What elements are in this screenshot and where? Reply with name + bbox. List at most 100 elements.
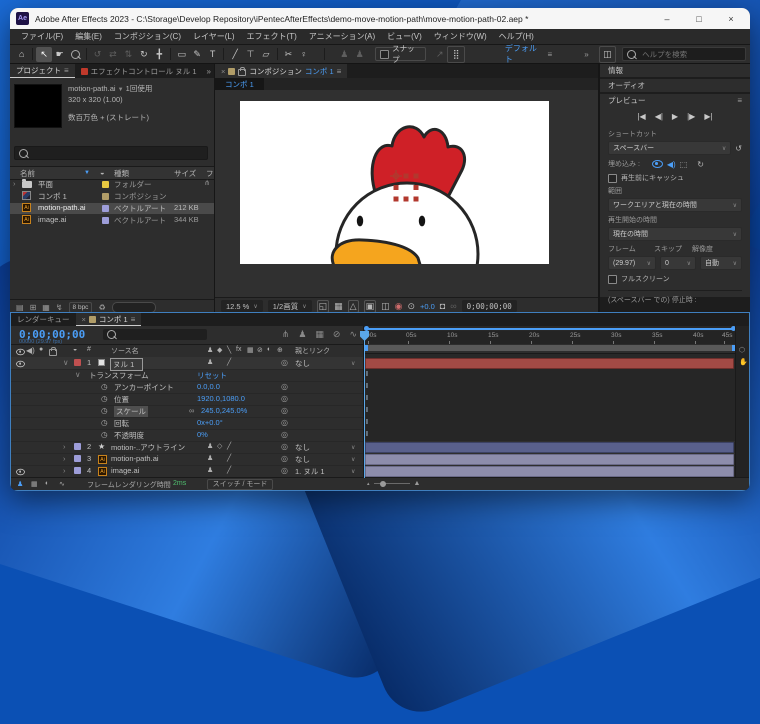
frame-blend-switch-icon[interactable]: ▦ [247, 346, 254, 354]
grid-guides-icon[interactable]: ◱ [316, 299, 330, 313]
reset-icon[interactable]: ↺ [735, 144, 742, 153]
pickwhip-icon[interactable]: ◎ [281, 406, 288, 415]
viewer-timecode[interactable]: 0;00;00;00 [461, 300, 517, 312]
include-overlays-icon[interactable]: ⬚ [680, 160, 688, 169]
column-type[interactable]: 種類 [114, 168, 129, 179]
quality-switch-icon[interactable]: ╲ [227, 346, 231, 354]
label-chip-lavender[interactable] [102, 205, 109, 212]
panel-menu-icon[interactable]: ≡ [337, 67, 342, 76]
zoom-slider-knob[interactable] [379, 480, 386, 487]
tab-project[interactable]: プロジェクト ≡ [10, 64, 75, 78]
expander-icon[interactable]: ∨ [63, 358, 69, 367]
motion-blur-switch-icon[interactable]: ⊘ [257, 346, 263, 354]
layer-2-duration-bar[interactable] [365, 442, 734, 453]
menu-file[interactable]: ファイル(F) [16, 31, 68, 42]
graph-editor-toggle-icon[interactable]: ∿ [59, 480, 65, 488]
menu-view[interactable]: ビュー(V) [382, 31, 427, 42]
tab-effect-controls[interactable]: エフェクトコントロール ヌル 1 [75, 64, 203, 78]
motion-blur-icon[interactable]: ⊘ [333, 329, 341, 340]
viewer-tab[interactable]: コンポ 1 [215, 78, 264, 90]
fullscreen-row[interactable]: フルスクリーン [608, 274, 742, 284]
pickwhip-icon[interactable]: ◎ [281, 442, 288, 451]
puppet-pin-tool-icon[interactable]: ♀ [296, 47, 311, 62]
help-search-box[interactable] [622, 47, 747, 61]
pickwhip-icon[interactable]: ◎ [281, 418, 288, 427]
quality-switch[interactable]: ╱ [227, 442, 231, 450]
layer-name[interactable]: motion-..アウトライン [111, 442, 185, 453]
pan-behind-tool-icon[interactable]: ╋ [152, 47, 167, 62]
switch-mode-button[interactable]: スイッチ / モード [207, 479, 273, 490]
menu-effect[interactable]: エフェクト(T) [242, 31, 302, 42]
quality-switch[interactable]: ╱ [227, 466, 231, 474]
label-chip-lavender[interactable] [102, 217, 109, 224]
mini-flowchart-icon[interactable]: ⋔ [282, 329, 290, 340]
menu-layer[interactable]: レイヤー(L) [188, 31, 240, 42]
project-item-row[interactable]: › 平面 フォルダー ⋔ [10, 179, 214, 190]
composition-canvas[interactable] [240, 101, 549, 327]
fx-switch-icon[interactable]: fx [236, 346, 241, 353]
loop-icon[interactable]: ↻ [697, 160, 704, 169]
lock-icon[interactable] [238, 67, 247, 76]
shy-switch[interactable]: ♟ [207, 442, 213, 450]
snap-checkbox[interactable] [380, 49, 390, 59]
first-frame-icon[interactable]: |◀ [637, 112, 645, 121]
new-composition-icon[interactable]: ▦ [42, 303, 50, 312]
lock-column-icon[interactable] [49, 347, 57, 356]
menu-help[interactable]: ヘルプ(H) [494, 31, 539, 42]
expander-icon[interactable]: › [63, 454, 66, 463]
text-tool-icon[interactable]: T [205, 47, 220, 62]
audio-column-icon[interactable]: ◀) [26, 346, 35, 355]
label-column-icon[interactable]: ◒ [73, 346, 77, 353]
project-item-row[interactable]: コンポ 1 コンポジション [10, 191, 214, 202]
roto-brush-tool-icon[interactable]: ✂ [281, 47, 296, 62]
tab-info[interactable]: 情報 [600, 64, 750, 77]
column-name[interactable]: 名前 [20, 168, 35, 179]
layer-label-lavender[interactable] [74, 455, 81, 462]
workspace-bar-icon[interactable]: ◫ [598, 45, 617, 63]
layer-label-lavender[interactable] [74, 467, 81, 474]
column-path[interactable]: フ [206, 168, 214, 179]
home-icon[interactable]: ⌂ [14, 47, 29, 62]
parent-link-column[interactable]: 親とリンク [295, 346, 330, 356]
tab-composition[interactable]: × コンポジション コンポ 1 ≡ [215, 64, 348, 78]
close-button[interactable]: × [718, 14, 744, 24]
property-value[interactable]: 245.0,245.0% [201, 406, 247, 415]
exposure-value[interactable]: +0.0 [420, 302, 435, 311]
motion-blur-toggle-icon[interactable]: ◐ [45, 480, 49, 487]
parent-dropdown[interactable]: なし [295, 442, 310, 453]
expander-icon[interactable]: ∨ [75, 370, 81, 379]
3d-switch-icon[interactable]: ⊕ [277, 346, 283, 354]
project-item-row[interactable]: image.ai ベクトルアート 344 KB [10, 215, 214, 226]
tab-render-queue[interactable]: レンダーキュー [11, 313, 76, 326]
stopwatch-icon[interactable]: ◷ [101, 418, 108, 427]
panel-menu-icon[interactable]: ≡ [131, 315, 136, 324]
pan-camera-tool-icon[interactable]: ⇄ [105, 47, 120, 62]
quality-switch[interactable]: ╱ [227, 454, 231, 462]
menu-window[interactable]: ウィンドウ(W) [429, 31, 492, 42]
timeline-zoom-control[interactable]: ▴ ▲ [367, 480, 420, 487]
menu-edit[interactable]: 編集(E) [70, 31, 107, 42]
link-dimensions-icon[interactable]: ∞ [189, 406, 194, 415]
reset-button[interactable]: リセット [197, 370, 227, 381]
tab-preview[interactable]: プレビュー ≡ [600, 94, 750, 107]
work-area-start-handle[interactable] [365, 345, 368, 351]
chevron-down-icon[interactable]: ∨ [351, 360, 355, 367]
chevron-down-icon[interactable]: ∨ [351, 468, 355, 475]
label-chip-sand[interactable] [102, 193, 109, 200]
hand-tool-icon[interactable]: ☛ [52, 47, 67, 62]
channel-color-icon[interactable]: ◉ [395, 301, 403, 312]
pen-tool-icon[interactable]: ✎ [189, 47, 204, 62]
layer-1-duration-bar[interactable] [365, 358, 734, 369]
layer-name[interactable]: motion-path.ai [111, 454, 159, 463]
zoom-tool-icon[interactable] [67, 47, 82, 62]
column-size[interactable]: サイズ [174, 168, 196, 179]
skip-dropdown[interactable]: 0 ∨ [660, 256, 696, 270]
workspace-label[interactable]: デフォルト [505, 43, 544, 65]
label-column-icon[interactable]: ◒ [100, 168, 105, 177]
play-from-dropdown[interactable]: 現在の時間 ∨ [608, 227, 742, 241]
trash-icon[interactable]: ♻ [98, 303, 105, 312]
expander-icon[interactable]: › [63, 466, 66, 475]
eye-icon[interactable] [16, 468, 25, 476]
frame-blend-toggle-icon[interactable]: ▦ [31, 480, 38, 488]
parent-dropdown[interactable]: なし [295, 454, 310, 465]
